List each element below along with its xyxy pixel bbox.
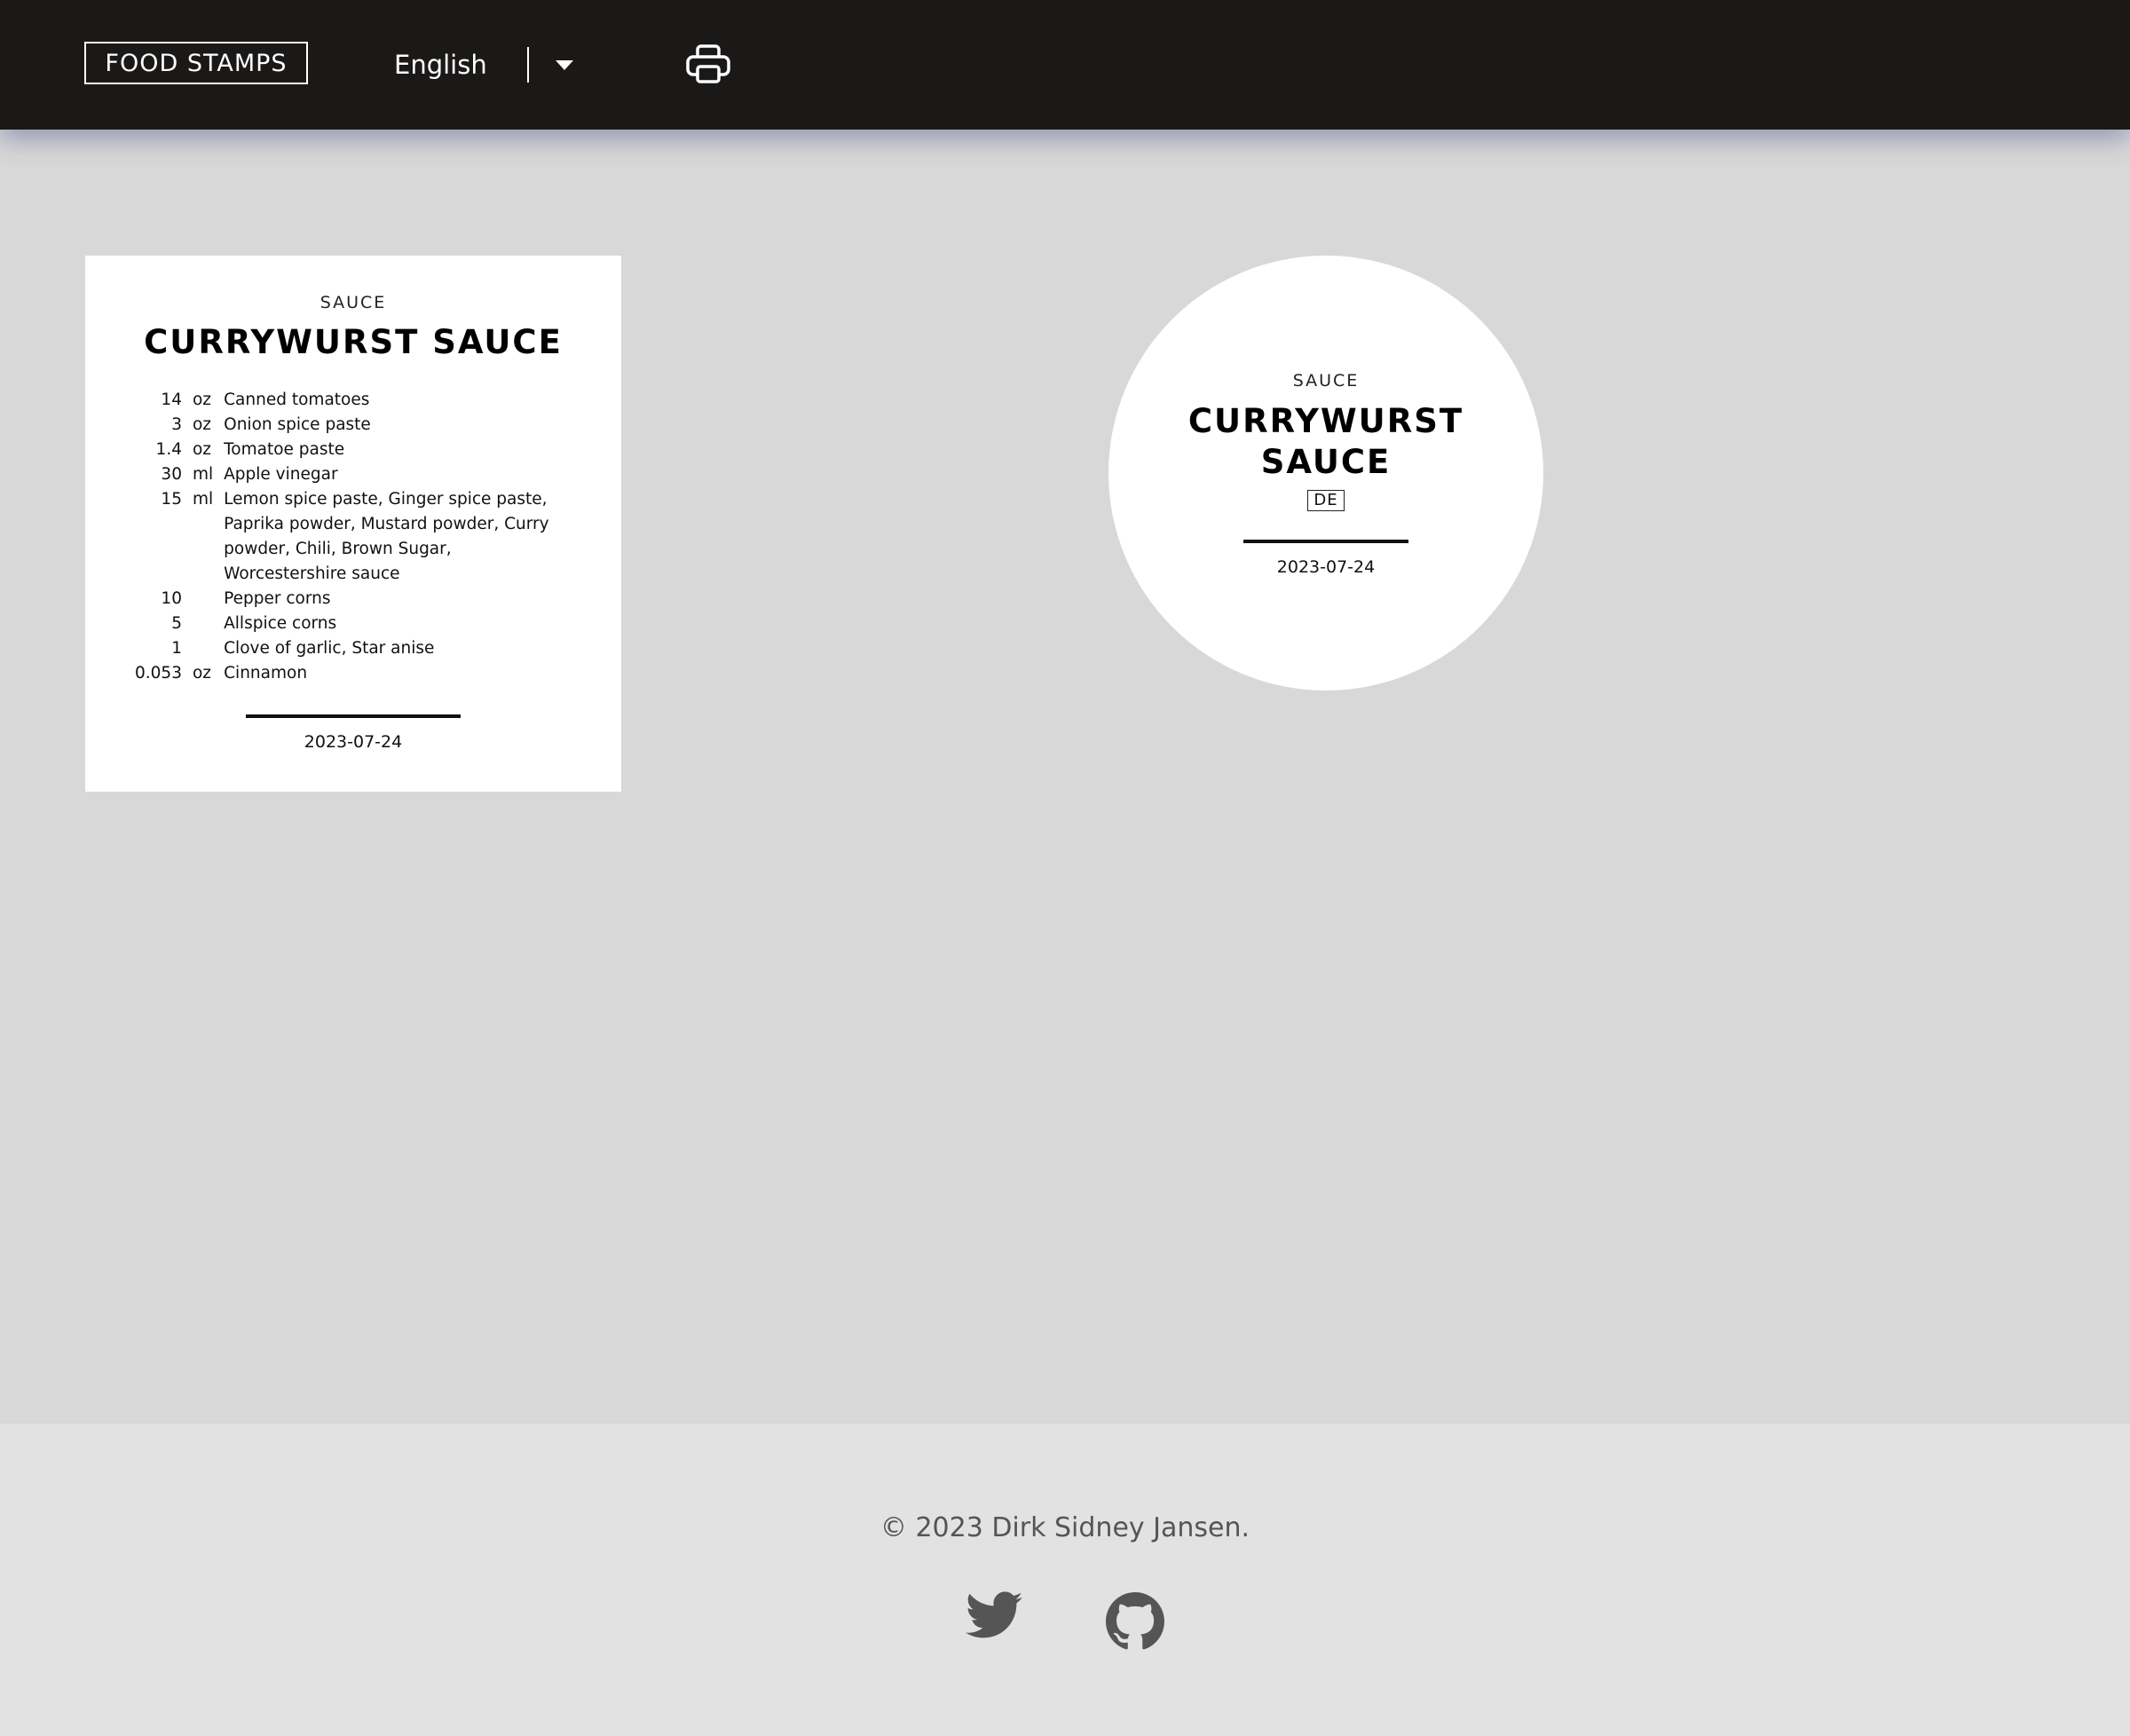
- label-category: SAUCE: [320, 293, 387, 312]
- ingredient-name: Onion spice paste: [224, 415, 371, 434]
- ingredient-row: 0.053 oz Cinnamon: [130, 661, 584, 686]
- ingredient-quantity: 0.053: [135, 664, 182, 683]
- ingredient-quantity: 3: [171, 415, 182, 434]
- ingredient-row: 10 Pepper corns: [130, 587, 584, 612]
- label-title: CURRYWURST SAUCE: [144, 323, 563, 361]
- label-divider: [1243, 540, 1408, 543]
- ingredient-name: Clove of garlic, Star anise: [224, 639, 435, 658]
- ingredient-quantity: 1.4: [155, 440, 182, 459]
- top-navigation-bar: FOOD STAMPS English: [0, 0, 2130, 130]
- ingredient-name: Pepper corns: [224, 589, 331, 608]
- language-select-value: English: [394, 50, 487, 80]
- label-date: 2023-07-24: [1276, 557, 1376, 577]
- label-divider: [246, 714, 461, 718]
- ingredient-unit: oz: [192, 415, 211, 434]
- ingredient-row: 14 oz Canned tomatoes: [130, 388, 584, 413]
- copyright-text: © 2023 Dirk Sidney Jansen.: [880, 1512, 1250, 1543]
- ingredient-unit: ml: [192, 490, 214, 509]
- label-category: SAUCE: [1292, 371, 1360, 391]
- footer: © 2023 Dirk Sidney Jansen.: [0, 1424, 2130, 1736]
- origin-badge: DE: [1307, 490, 1345, 511]
- ingredient-name: Tomatoe paste: [224, 440, 345, 459]
- ingredient-row: 5 Allspice corns: [130, 612, 584, 636]
- ingredient-name: Allspice corns: [224, 614, 337, 633]
- ingredient-row: 15 ml Lemon spice paste, Ginger spice past…: [130, 487, 584, 587]
- ingredient-quantity: 30: [161, 465, 182, 484]
- language-select[interactable]: English: [394, 43, 580, 87]
- site-logo[interactable]: FOOD STAMPS: [84, 42, 308, 84]
- ingredient-quantity: 14: [161, 391, 182, 409]
- ingredient-quantity: 5: [171, 614, 182, 633]
- label-title-line: SAUCE: [1260, 443, 1392, 481]
- ingredient-unit: oz: [192, 664, 211, 683]
- ingredient-name: Cinnamon: [224, 664, 308, 683]
- twitter-icon[interactable]: [966, 1590, 1022, 1640]
- square-label-card[interactable]: SAUCE CURRYWURST SAUCE 14 oz Canned tomato…: [85, 256, 621, 792]
- ingredient-quantity: 15: [161, 490, 182, 509]
- ingredient-name: Canned tomatoes: [224, 391, 370, 409]
- ingredient-unit: ml: [192, 465, 214, 484]
- ingredient-quantity: 1: [171, 639, 182, 658]
- label-preview-area: SAUCE CURRYWURST SAUCE 14 oz Canned tomato…: [0, 130, 2130, 1424]
- ingredient-name: Apple vinegar: [224, 465, 338, 484]
- language-select-divider: [527, 47, 529, 83]
- ingredients-table: 14 oz Canned tomatoes 3 oz Onion spice paste 1…: [130, 388, 584, 686]
- printer-icon[interactable]: [685, 43, 731, 85]
- label-title-line: CURRYWURST: [1187, 402, 1464, 440]
- ingredient-unit: oz: [192, 391, 211, 409]
- label-date: 2023-07-24: [304, 732, 403, 752]
- ingredient-unit: [187, 636, 218, 661]
- ingredient-unit: [187, 587, 218, 612]
- github-icon[interactable]: [1106, 1592, 1164, 1651]
- ingredient-quantity: 10: [161, 589, 182, 608]
- round-label-card[interactable]: SAUCE CURRYWURST SAUCE DE 2023-07-24: [1108, 256, 1543, 690]
- label-title: CURRYWURST SAUCE: [1108, 401, 1543, 483]
- ingredient-unit: oz: [192, 440, 211, 459]
- ingredient-row: 3 oz Onion spice paste: [130, 413, 584, 438]
- ingredient-row: 30 ml Apple vinegar: [130, 462, 584, 487]
- chevron-down-icon[interactable]: [556, 59, 573, 70]
- ingredient-row: 1 Clove of garlic, Star anise: [130, 636, 584, 661]
- ingredient-name: Lemon spice paste, Ginger spice paste, P…: [224, 490, 549, 583]
- ingredient-row: 1.4 oz Tomatoe paste: [130, 438, 584, 462]
- ingredient-unit: [187, 612, 218, 636]
